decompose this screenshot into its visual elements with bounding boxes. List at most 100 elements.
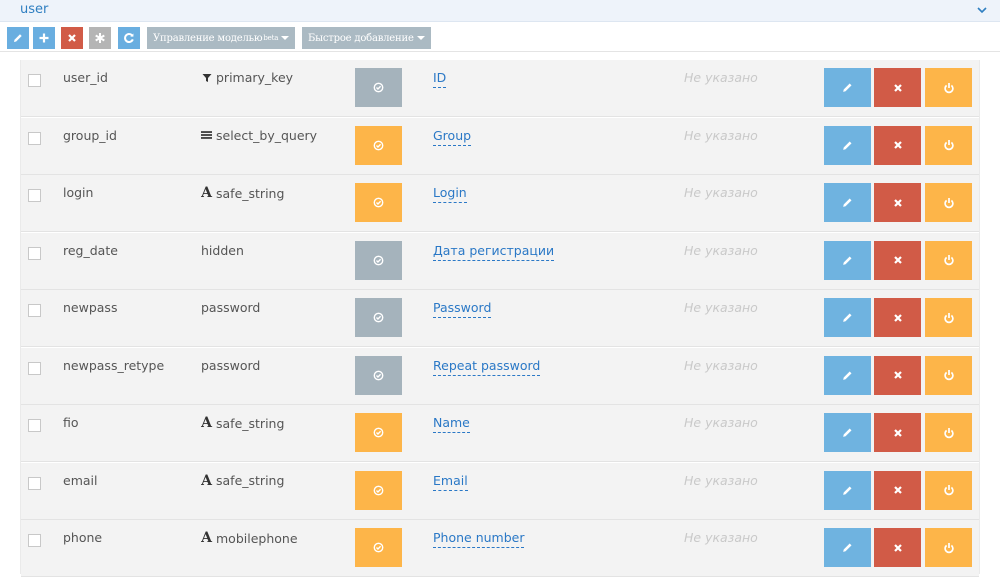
field-type: hidden xyxy=(201,243,244,258)
quick-add-label: Быстрое добавление xyxy=(308,32,414,44)
edit-model-button[interactable] xyxy=(7,27,29,49)
status-toggle-button[interactable] xyxy=(355,240,402,280)
field-name: email xyxy=(63,472,98,488)
check-circle-icon xyxy=(373,197,384,208)
power-icon xyxy=(943,312,955,324)
power-toggle-button[interactable] xyxy=(925,125,972,165)
edit-row-button[interactable] xyxy=(824,240,871,280)
table-row: user_id primary_key ID Не указано xyxy=(21,60,979,117)
power-toggle-button[interactable] xyxy=(925,298,972,337)
field-type: primary_key xyxy=(201,70,293,85)
row-checkbox[interactable] xyxy=(28,534,41,547)
field-name: login xyxy=(63,185,94,200)
delete-button[interactable] xyxy=(61,27,83,49)
delete-row-button[interactable] xyxy=(874,298,921,337)
delete-row-button[interactable] xyxy=(874,355,921,395)
power-icon xyxy=(943,254,955,266)
row-checkbox[interactable] xyxy=(28,189,41,202)
delete-row-button[interactable] xyxy=(874,125,921,165)
row-checkbox[interactable] xyxy=(28,131,41,145)
power-toggle-button[interactable] xyxy=(925,413,972,452)
field-label-link[interactable]: Name xyxy=(433,415,470,433)
edit-row-button[interactable] xyxy=(824,125,871,165)
add-field-button[interactable] xyxy=(33,27,55,49)
model-management-dropdown[interactable]: Управление моделью beta xyxy=(147,27,296,49)
row-checkbox[interactable] xyxy=(28,246,41,260)
status-toggle-button[interactable] xyxy=(355,470,402,510)
row-checkbox[interactable] xyxy=(28,361,41,375)
status-toggle-button[interactable] xyxy=(355,298,402,337)
delete-row-button[interactable] xyxy=(874,183,921,222)
power-toggle-button[interactable] xyxy=(925,355,972,395)
field-description: Не указано xyxy=(684,185,758,200)
pencil-icon xyxy=(841,541,854,554)
row-checkbox[interactable] xyxy=(28,419,41,432)
delete-row-button[interactable] xyxy=(874,470,921,510)
power-toggle-button[interactable] xyxy=(925,528,972,567)
edit-row-button[interactable] xyxy=(824,528,871,567)
field-label-link[interactable]: Login xyxy=(433,185,467,203)
field-label-link[interactable]: Phone number xyxy=(433,530,525,548)
row-checkbox[interactable] xyxy=(28,476,41,490)
table-row: fio Asafe_string Name Не указано xyxy=(21,405,979,462)
panel-header[interactable]: user xyxy=(0,0,1000,22)
edit-row-button[interactable] xyxy=(824,470,871,510)
status-toggle-button[interactable] xyxy=(355,125,402,165)
font-icon: A xyxy=(201,415,212,431)
power-icon xyxy=(943,139,955,151)
edit-row-button[interactable] xyxy=(824,68,871,107)
field-label-link[interactable]: Password xyxy=(433,300,492,318)
row-checkbox[interactable] xyxy=(28,304,41,317)
delete-row-button[interactable] xyxy=(874,68,921,107)
times-icon xyxy=(893,313,903,323)
field-name: reg_date xyxy=(63,242,118,258)
status-toggle-button[interactable] xyxy=(355,183,402,222)
field-label-link[interactable]: Email xyxy=(433,473,468,491)
delete-row-button[interactable] xyxy=(874,240,921,280)
delete-row-button[interactable] xyxy=(874,528,921,567)
refresh-button[interactable] xyxy=(118,27,140,49)
times-icon xyxy=(893,198,903,208)
field-label-link[interactable]: ID xyxy=(433,70,447,88)
pencil-icon xyxy=(841,196,854,209)
pencil-icon xyxy=(841,484,854,497)
row-checkbox[interactable] xyxy=(28,74,41,87)
field-type: Asafe_string xyxy=(201,415,284,431)
field-label-link[interactable]: Group xyxy=(433,128,472,146)
field-description: Не указано xyxy=(684,300,758,315)
field-description: Не указано xyxy=(684,472,758,488)
edit-row-button[interactable] xyxy=(824,355,871,395)
times-icon xyxy=(893,370,903,380)
field-name: newpass xyxy=(63,300,118,315)
power-toggle-button[interactable] xyxy=(925,68,972,107)
times-icon xyxy=(893,485,903,495)
status-toggle-button[interactable] xyxy=(355,528,402,567)
status-toggle-button[interactable] xyxy=(355,355,402,395)
pencil-icon xyxy=(12,32,24,44)
font-icon: A xyxy=(201,530,212,546)
pencil-icon xyxy=(841,254,854,267)
asterisk-button[interactable] xyxy=(89,27,111,49)
field-name: group_id xyxy=(63,127,117,143)
power-icon xyxy=(943,542,955,554)
field-label-link[interactable]: Дата регистрации xyxy=(433,243,555,261)
status-toggle-button[interactable] xyxy=(355,413,402,452)
field-label-link[interactable]: Repeat password xyxy=(433,358,541,376)
field-type-text: mobilephone xyxy=(216,530,298,546)
field-description: Не указано xyxy=(684,415,758,430)
power-toggle-button[interactable] xyxy=(925,470,972,510)
field-description: Не указано xyxy=(684,242,758,258)
power-toggle-button[interactable] xyxy=(925,183,972,222)
chevron-down-icon[interactable] xyxy=(975,3,989,17)
field-type: Amobilephone xyxy=(201,530,298,546)
status-toggle-button[interactable] xyxy=(355,68,402,107)
check-circle-icon xyxy=(373,82,384,93)
check-circle-icon xyxy=(373,370,384,381)
edit-row-button[interactable] xyxy=(824,183,871,222)
power-toggle-button[interactable] xyxy=(925,240,972,280)
edit-row-button[interactable] xyxy=(824,413,871,452)
quick-add-dropdown[interactable]: Быстрое добавление xyxy=(302,27,431,49)
edit-row-button[interactable] xyxy=(824,298,871,337)
delete-row-button[interactable] xyxy=(874,413,921,452)
field-type-text: password xyxy=(201,357,261,373)
